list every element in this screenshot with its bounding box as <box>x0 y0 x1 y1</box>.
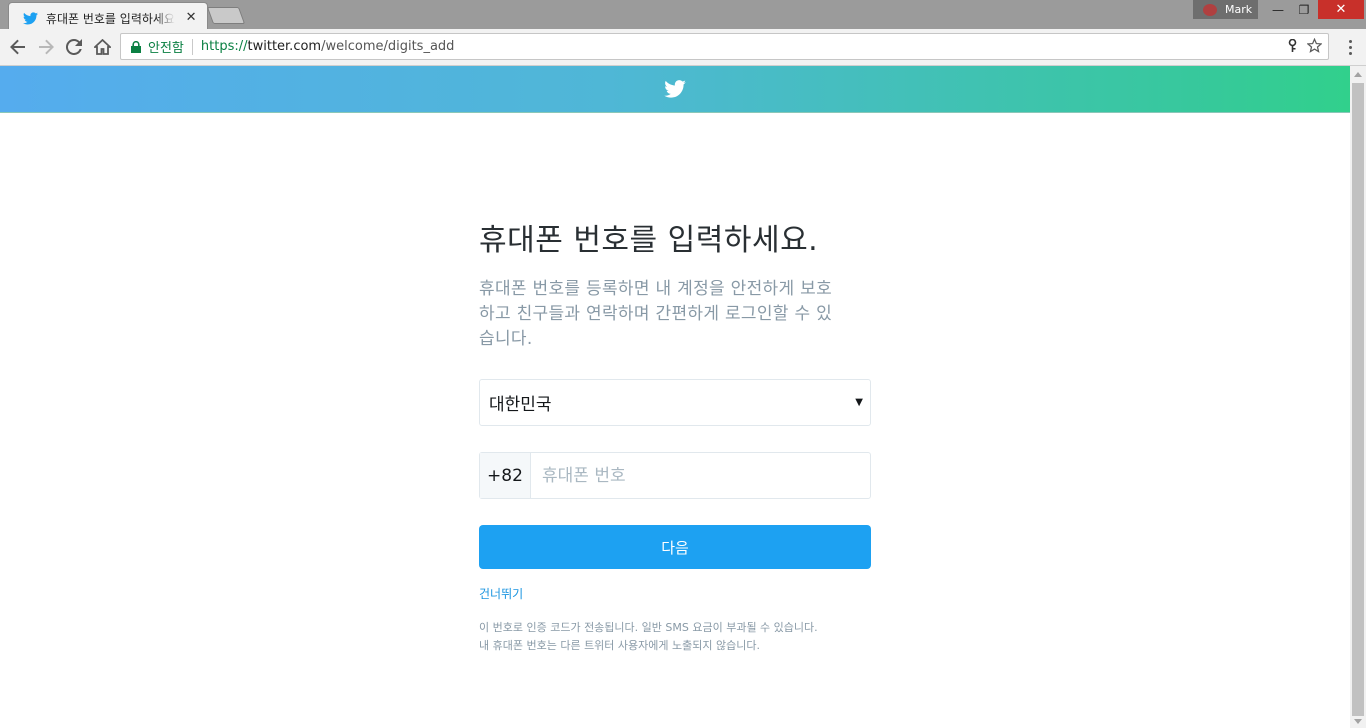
tab-close-icon[interactable]: ✕ <box>185 10 197 25</box>
back-arrow-icon <box>10 39 25 55</box>
browser-titlebar: 휴대폰 번호를 입력하세요 ✕ Mark — ❐ ✕ <box>0 0 1366 30</box>
scroll-up-arrow-icon[interactable] <box>1354 72 1362 77</box>
phone-number-group: +82 <box>479 452 871 499</box>
address-bar[interactable]: 안전함 https://twitter.com/welcome/digits_a… <box>120 33 1329 60</box>
restore-icon: ❐ <box>1298 2 1310 17</box>
country-select[interactable]: 대한민국 ▼ <box>479 379 871 426</box>
notice-line: 이 번호로 인증 코드가 전송됩니다. 일반 SMS 요금이 부과될 수 있습니… <box>479 621 818 634</box>
country-select-value: 대한민국 <box>489 395 552 415</box>
tab-title: 휴대폰 번호를 입력하세요 <box>45 11 175 26</box>
next-button[interactable]: 다음 <box>479 525 871 569</box>
profile-name: Mark <box>1225 3 1253 16</box>
minimize-icon: — <box>1272 2 1284 17</box>
window-close-button[interactable]: ✕ <box>1318 0 1364 19</box>
key-icon[interactable] <box>1288 38 1297 53</box>
country-code-prefix: +82 <box>480 453 531 498</box>
page-description: 휴대폰 번호를 등록하면 내 계정을 안전하게 보호 하고 친구들과 연락하며 … <box>479 277 871 352</box>
twitter-favicon-icon <box>23 11 39 25</box>
twitter-bird-icon <box>664 80 686 98</box>
url-text[interactable]: https://twitter.com/welcome/digits_add <box>201 39 455 54</box>
home-icon <box>93 39 111 55</box>
sms-notice: 이 번호로 인증 코드가 전송됩니다. 일반 SMS 요금이 부과될 수 있습니… <box>479 619 871 655</box>
phone-form: 휴대폰 번호를 입력하세요. 휴대폰 번호를 등록하면 내 계정을 안전하게 보… <box>479 222 871 655</box>
back-button[interactable] <box>6 35 30 59</box>
minimize-button[interactable]: — <box>1264 0 1292 19</box>
description-line: 휴대폰 번호를 등록하면 내 계정을 안전하게 보호 <box>479 279 833 299</box>
scroll-down-arrow-icon[interactable] <box>1354 719 1362 724</box>
forward-arrow-icon <box>39 39 54 55</box>
url-host: twitter.com <box>247 39 322 54</box>
reload-button[interactable] <box>62 35 86 59</box>
forward-button[interactable] <box>34 35 58 59</box>
reload-icon <box>66 39 82 55</box>
scrollbar-thumb[interactable] <box>1352 83 1364 716</box>
home-button[interactable] <box>90 35 114 59</box>
browser-toolbar: 안전함 https://twitter.com/welcome/digits_a… <box>0 29 1366 66</box>
notice-line: 내 휴대폰 번호는 다른 트위터 사용자에게 노출되지 않습니다. <box>479 639 760 652</box>
description-line: 습니다. <box>479 329 533 349</box>
omnibox-divider <box>191 38 193 55</box>
profile-button[interactable]: Mark <box>1193 0 1258 19</box>
phone-number-input[interactable] <box>531 453 870 498</box>
page-viewport: 휴대폰 번호를 입력하세요. 휴대폰 번호를 등록하면 내 계정을 안전하게 보… <box>0 66 1350 728</box>
caret-down-icon: ▼ <box>855 397 863 408</box>
secure-label: 안전함 <box>148 41 184 56</box>
restore-button[interactable]: ❐ <box>1290 0 1318 19</box>
twitter-banner <box>0 66 1350 113</box>
new-tab-button[interactable] <box>206 7 246 24</box>
bookmark-star-icon[interactable] <box>1307 38 1322 53</box>
url-path: /welcome/digits_add <box>321 39 455 54</box>
vertical-scrollbar[interactable] <box>1350 66 1366 728</box>
browser-menu-icon[interactable] <box>1340 37 1360 57</box>
lock-icon <box>131 40 141 53</box>
skip-link[interactable]: 건너뛰기 <box>479 585 523 602</box>
browser-tab[interactable]: 휴대폰 번호를 입력하세요 ✕ <box>8 2 208 30</box>
description-line: 하고 친구들과 연락하며 간편하게 로그인할 수 있 <box>479 304 833 324</box>
page-title: 휴대폰 번호를 입력하세요. <box>479 223 819 258</box>
url-scheme: https:// <box>200 39 248 54</box>
profile-avatar-icon <box>1203 3 1217 16</box>
close-icon: ✕ <box>1335 2 1347 17</box>
